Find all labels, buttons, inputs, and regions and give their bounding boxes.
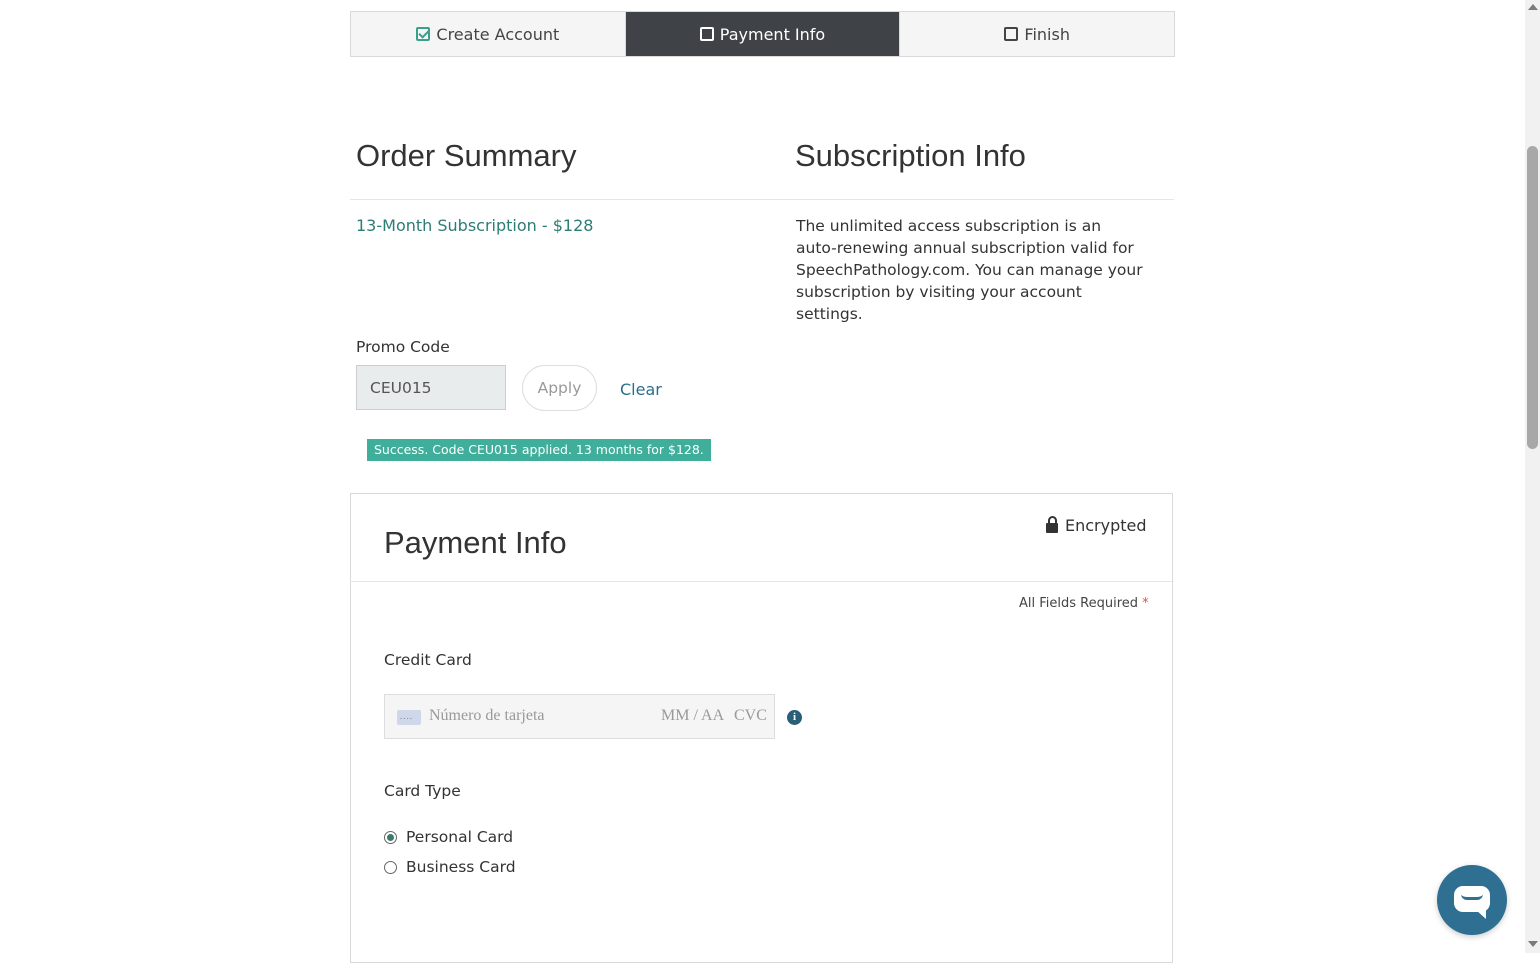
step-label: Payment Info <box>719 24 826 44</box>
section-divider <box>350 199 1174 200</box>
subscription-description: The unlimited access subscription is an … <box>796 217 1143 323</box>
step-finish[interactable]: Finish <box>900 12 1174 56</box>
expiry-input[interactable]: MM / AA <box>661 707 724 725</box>
step-label: Finish <box>1024 24 1070 44</box>
scrollbar[interactable] <box>1525 0 1540 953</box>
checked-square-icon <box>416 27 431 41</box>
personal-card-option[interactable]: Personal Card <box>384 828 513 846</box>
card-number-input[interactable]: Número de tarjeta <box>429 707 545 725</box>
encrypted-label: Encrypted <box>1065 516 1147 535</box>
payment-divider <box>350 581 1174 582</box>
chat-button[interactable] <box>1437 865 1507 935</box>
order-item: 13-Month Subscription - $128 <box>356 216 594 235</box>
radio-selected-icon[interactable] <box>384 830 397 844</box>
chat-icon <box>1454 886 1490 919</box>
required-note: All Fields Required * <box>1019 596 1149 611</box>
payment-info-title: Payment Info <box>384 525 567 560</box>
personal-card-label: Personal Card <box>406 828 514 846</box>
info-icon[interactable]: i <box>787 710 802 725</box>
required-star: * <box>1142 596 1149 611</box>
business-card-label: Business Card <box>406 858 516 876</box>
lock-icon <box>1046 516 1058 533</box>
scroll-down-arrow-icon[interactable] <box>1528 941 1538 947</box>
encrypted-indicator: Encrypted <box>1046 516 1147 535</box>
square-icon <box>1004 27 1019 41</box>
step-create-account[interactable]: Create Account <box>351 12 626 56</box>
credit-card-icon <box>397 710 421 725</box>
apply-button[interactable]: Apply <box>522 365 597 411</box>
cvc-input[interactable]: CVC <box>734 707 767 725</box>
step-label: Create Account <box>436 24 560 44</box>
subscription-info-title: Subscription Info <box>795 138 1026 173</box>
promo-success-message: Success. Code CEU015 applied. 13 months … <box>367 439 711 461</box>
card-type-label: Card Type <box>384 782 461 800</box>
business-card-option[interactable]: Business Card <box>384 858 516 876</box>
square-icon <box>699 27 714 41</box>
promo-code-label: Promo Code <box>356 338 450 356</box>
credit-card-label: Credit Card <box>384 651 472 669</box>
scroll-up-arrow-icon[interactable] <box>1528 4 1538 10</box>
credit-card-field[interactable]: Número de tarjeta MM / AA CVC <box>384 694 775 739</box>
order-summary-title: Order Summary <box>356 138 577 173</box>
scrollbar-thumb[interactable] <box>1527 146 1538 449</box>
required-label: All Fields Required <box>1019 596 1139 611</box>
step-payment-info[interactable]: Payment Info <box>625 12 901 56</box>
radio-unselected-icon[interactable] <box>384 860 397 874</box>
clear-link[interactable]: Clear <box>620 380 662 399</box>
promo-code-input[interactable] <box>356 365 506 410</box>
checkout-stepper: Create Account Payment Info Finish <box>350 11 1175 57</box>
